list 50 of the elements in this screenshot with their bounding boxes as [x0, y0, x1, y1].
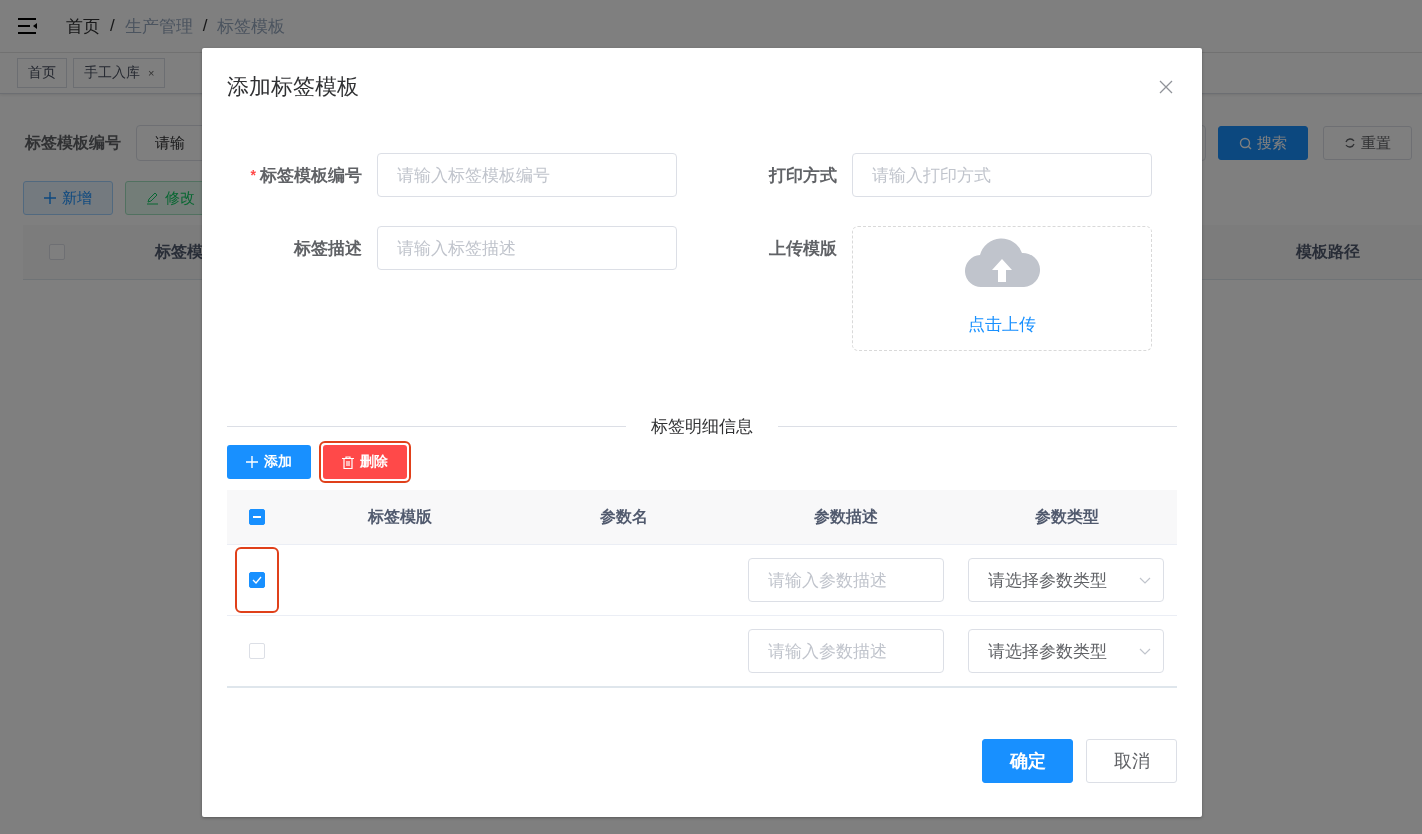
- upload-link[interactable]: 点击上传: [968, 313, 1036, 336]
- field-label: 打印方式: [769, 164, 837, 187]
- pencil-icon: [146, 191, 159, 205]
- plus-icon: [44, 192, 56, 204]
- description-input[interactable]: 请输入参数描述: [748, 558, 944, 602]
- plus-icon: [246, 456, 258, 468]
- add-button[interactable]: 添加: [227, 445, 311, 479]
- section-title: 标签明细信息: [650, 415, 754, 438]
- text-input[interactable]: 请输入标签模板编号: [377, 153, 677, 197]
- field-label: 标签模板编号: [260, 164, 362, 187]
- text-input[interactable]: 请输入标签描述: [377, 226, 677, 270]
- search-icon: [1239, 136, 1252, 150]
- check-icon: [252, 576, 262, 584]
- filter-label: 标签模板编号: [25, 132, 121, 153]
- breadcrumb-item[interactable]: 首页: [66, 14, 100, 38]
- search-button[interactable]: 搜索: [1218, 126, 1308, 160]
- column-header: 标签模版: [367, 506, 432, 527]
- checkbox[interactable]: [249, 509, 265, 525]
- column-header: 参数描述: [813, 506, 878, 527]
- breadcrumb-separator: /: [110, 16, 115, 36]
- text-input[interactable]: 请输入打印方式: [852, 153, 1152, 197]
- type-select[interactable]: 请选择参数类型: [968, 558, 1164, 602]
- refresh-icon: [1344, 137, 1356, 149]
- field-label: 上传模版: [769, 237, 837, 260]
- dialog-title: 添加标签模板: [227, 73, 359, 101]
- description-input[interactable]: 请输入参数描述: [748, 629, 944, 673]
- tag-label[interactable]: 手工入库: [84, 64, 140, 82]
- cancel-button[interactable]: 取消: [1086, 739, 1177, 783]
- column-header: 标签模: [155, 241, 203, 262]
- confirm-button[interactable]: 确定: [982, 739, 1073, 783]
- field-label: 标签描述: [294, 237, 362, 260]
- type-select[interactable]: 请选择参数类型: [968, 629, 1164, 673]
- chevron-down-icon: [1139, 576, 1151, 584]
- breadcrumb-separator: /: [202, 16, 208, 36]
- required-mark: *: [250, 167, 256, 183]
- column-header: 参数名: [599, 506, 648, 527]
- close-icon[interactable]: [1159, 80, 1173, 94]
- chevron-down-icon: [1139, 647, 1151, 655]
- tag[interactable]: 手工入库 ×: [73, 58, 166, 88]
- add-button[interactable]: 新增: [23, 181, 113, 215]
- reset-button[interactable]: 重置: [1323, 126, 1412, 160]
- trash-icon: [342, 455, 354, 469]
- delete-button[interactable]: 删除: [323, 445, 407, 479]
- column-header: 参数类型: [1034, 506, 1099, 527]
- menu-icon[interactable]: [18, 18, 38, 34]
- column-header: 模板路径: [1296, 241, 1360, 262]
- checkbox[interactable]: [249, 572, 265, 588]
- upload-area[interactable]: 点击上传: [852, 226, 1152, 351]
- close-icon[interactable]: ×: [148, 67, 155, 79]
- tag[interactable]: 首页: [17, 58, 67, 88]
